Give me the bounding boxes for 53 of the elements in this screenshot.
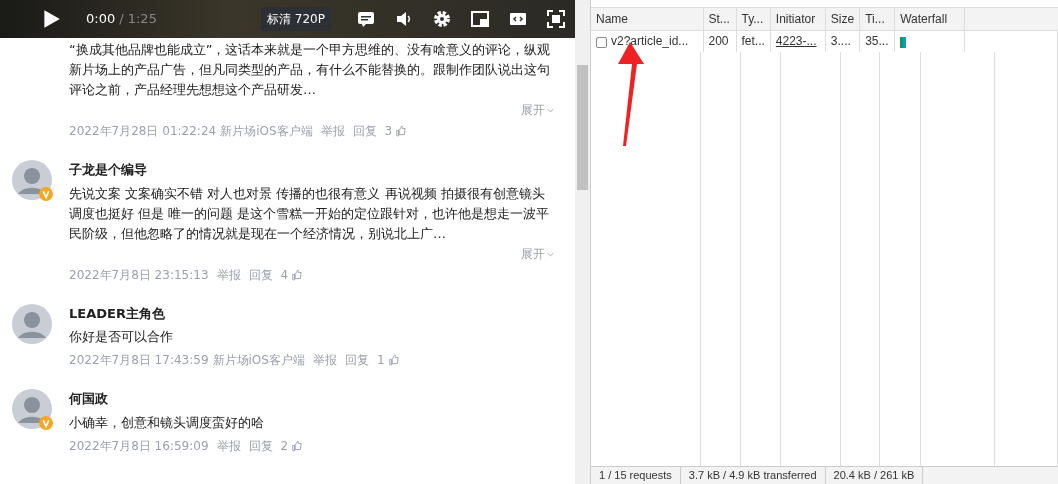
thumbs-up-icon[interactable] — [387, 354, 400, 366]
like-count: 1 — [376, 352, 385, 369]
scrollbar-thumb[interactable] — [577, 65, 588, 190]
avatar-icon[interactable] — [12, 303, 52, 344]
status-text: 3.7 kB / 4.9 kB transferred — [680, 467, 826, 484]
status-text: 1 / 15 requests — [591, 467, 681, 484]
verified-badge-icon — [39, 416, 53, 430]
author-name[interactable]: LEADER主角色 — [69, 303, 555, 323]
comment-text: 你好是否可以合作 — [69, 328, 174, 346]
request-name[interactable]: v2?article_id... — [611, 34, 689, 49]
comment-date: 2022年7月8日 17:43:59 — [69, 352, 209, 369]
comment-date: 2022年7月8日 23:15:13 — [69, 266, 209, 284]
thumbs-up-icon[interactable] — [291, 268, 304, 281]
column-header[interactable]: Initiator — [770, 8, 826, 30]
table-cell: 35... — [859, 30, 895, 52]
settings-icon[interactable] — [432, 9, 452, 29]
row-checkbox[interactable] — [596, 36, 607, 48]
fullscreen-icon[interactable] — [546, 9, 566, 29]
chevron-down-icon — [546, 106, 555, 115]
comment-date: 2022年7月8日 16:59:09 — [69, 437, 209, 455]
client-source: 新片场iOS客户端 — [212, 352, 305, 369]
comment-date: 2022年7月28日 01:22:24 — [69, 123, 217, 140]
author-name[interactable]: 子龙是个编导 — [69, 160, 555, 180]
avatar-icon[interactable] — [12, 160, 52, 200]
comment-text: 小确幸，创意和镜头调度蛮好的哈 — [69, 413, 265, 432]
comment-bubble-icon[interactable] — [356, 9, 376, 29]
comment-text: “换成其他品牌也能成立”，这话本来就是一个甲方思维的、没有啥意义的评论，纵观新片场上的产品广告，但凡同类型的产品，有什么不能替换的。跟制作团队说出这句评论之前，产品经理先想想这个产品研发… — [69, 41, 552, 99]
column-header[interactable]: Ty... — [736, 8, 771, 30]
column-header[interactable]: Waterfall — [894, 8, 965, 30]
verified-badge-icon — [39, 187, 53, 201]
column-header[interactable]: Name — [591, 8, 703, 30]
initiator-link[interactable]: 4223-... — [775, 34, 817, 49]
table-cell: 200 — [703, 30, 736, 52]
author-name[interactable]: 何国政 — [69, 389, 555, 409]
waterfall-bar — [900, 36, 907, 48]
client-source: 新片场iOS客户端 — [220, 123, 313, 140]
current-time: 0:00 — [86, 10, 116, 29]
thumbs-up-icon[interactable] — [291, 439, 304, 452]
avatar-icon[interactable] — [12, 389, 52, 429]
picture-in-picture-icon[interactable] — [470, 9, 490, 29]
comment-text: 先说文案 文案确实不错 对人也对景 传播的也很有意义 再说视频 拍摄很有创意镜头调度也挺好 但是 唯一的问题 是这个雪糕一开始的定位跟针对，也许他是想走一波平民阶级，但他忽略了的情况就是现在一个经济情况，别说北上广… — [69, 184, 551, 243]
like-count: 3 — [384, 123, 393, 140]
quality-button[interactable]: 标清 720P — [261, 7, 331, 31]
table-cell: fet... — [736, 30, 771, 52]
table-cell: 3.... — [825, 30, 860, 52]
thumbs-up-icon[interactable] — [395, 125, 408, 137]
duration: / 1:25 — [119, 10, 157, 29]
column-header[interactable]: Ti... — [859, 8, 895, 30]
like-count: 2 — [280, 437, 289, 455]
like-count: 4 — [280, 266, 289, 284]
status-text: 20.4 kB / 261 kB — [825, 467, 924, 484]
column-header[interactable]: Size — [825, 8, 860, 30]
column-header[interactable]: St... — [703, 8, 736, 30]
